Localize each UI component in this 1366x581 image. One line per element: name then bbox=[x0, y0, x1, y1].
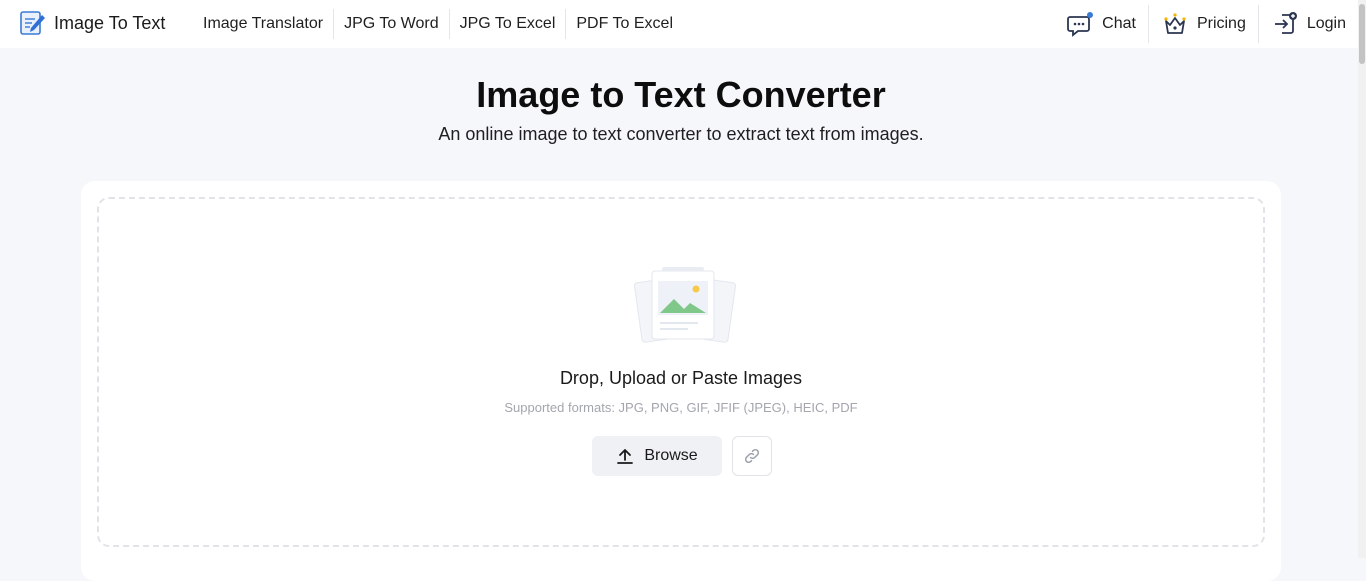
image-stack-icon bbox=[633, 267, 736, 343]
nav-actions: Chat Pricing Login bbox=[1054, 0, 1358, 48]
chat-label: Chat bbox=[1102, 15, 1136, 32]
upload-card: Drop, Upload or Paste Images Supported f… bbox=[81, 181, 1281, 581]
paste-url-button[interactable] bbox=[732, 436, 772, 476]
nav-link-image-translator[interactable]: Image Translator bbox=[193, 9, 335, 39]
crown-icon bbox=[1164, 13, 1186, 34]
nav-link-jpg-to-word[interactable]: JPG To Word bbox=[334, 9, 450, 39]
nav-link-pdf-to-excel[interactable]: PDF To Excel bbox=[566, 9, 683, 39]
upload-arrow-icon bbox=[617, 449, 634, 464]
login-label: Login bbox=[1306, 15, 1346, 32]
brand-name: Image To Text bbox=[54, 12, 166, 33]
supported-formats: Supported formats: JPG, PNG, GIF, JFIF (… bbox=[504, 400, 858, 415]
notepad-pencil-icon bbox=[20, 11, 45, 35]
login-button[interactable]: Login bbox=[1259, 5, 1358, 43]
chat-bubble-icon bbox=[1067, 12, 1094, 37]
pricing-label: Pricing bbox=[1196, 15, 1246, 32]
page-title: Image to Text Converter bbox=[476, 74, 886, 115]
chat-button[interactable]: Chat bbox=[1054, 5, 1149, 43]
dropzone-title: Drop, Upload or Paste Images bbox=[559, 368, 803, 388]
nav-link-jpg-to-excel[interactable]: JPG To Excel bbox=[450, 9, 567, 39]
pricing-button[interactable]: Pricing bbox=[1149, 5, 1259, 43]
browse-label: Browse bbox=[644, 447, 698, 464]
browse-button[interactable]: Browse bbox=[592, 436, 722, 476]
scrollbar-thumb[interactable] bbox=[1359, 4, 1365, 64]
top-navbar: Image To Text Image Translator JPG To Wo… bbox=[0, 0, 1366, 48]
login-icon bbox=[1274, 12, 1297, 34]
brand-logo[interactable]: Image To Text bbox=[18, 9, 165, 37]
upload-dropzone[interactable]: Drop, Upload or Paste Images Supported f… bbox=[97, 197, 1265, 547]
link-icon bbox=[744, 448, 760, 464]
page-subtitle: An online image to text converter to ext… bbox=[438, 124, 924, 144]
main-nav: Image Translator JPG To Word JPG To Exce… bbox=[193, 0, 683, 48]
